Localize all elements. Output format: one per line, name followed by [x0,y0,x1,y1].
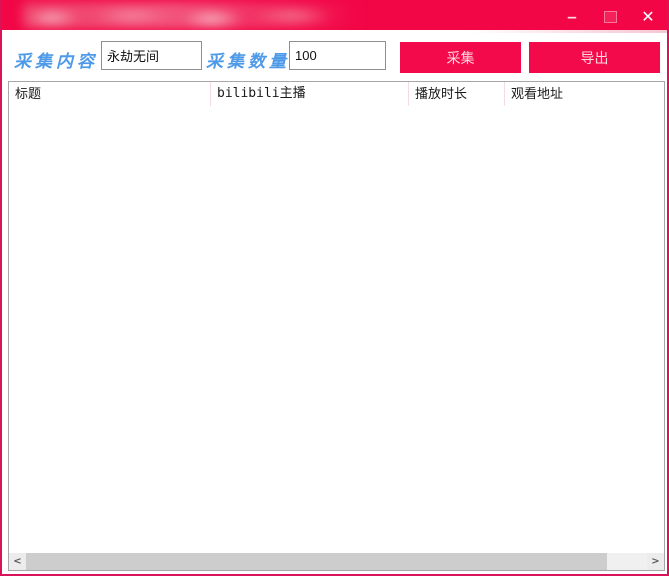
minimize-icon: – [567,6,577,26]
column-header-url[interactable]: 观看地址 [505,82,664,106]
table-body-empty [9,106,664,553]
collect-count-label: 采集数量 [206,52,290,71]
app-window: – ✕ 采集内容 采集数量 采集 导出 标题 bilibili主播 播放时长 观… [0,0,669,576]
minimize-button[interactable]: – [553,0,591,33]
scroll-right-button[interactable]: > [647,553,664,570]
collect-count-input[interactable] [289,41,386,70]
close-button[interactable]: ✕ [629,0,667,33]
close-icon: ✕ [641,8,655,26]
collect-button[interactable]: 采集 [400,42,521,73]
column-header-duration[interactable]: 播放时长 [409,82,505,106]
table-header-row: 标题 bilibili主播 播放时长 观看地址 [9,82,664,107]
horizontal-scrollbar[interactable]: < > [9,553,664,570]
result-list: 标题 bilibili主播 播放时长 观看地址 < > [8,81,665,571]
window-controls: – ✕ [553,0,667,33]
maximize-button[interactable] [591,0,629,33]
titlebar-bottom-fade [2,30,667,33]
collect-content-label: 采集内容 [14,52,98,71]
column-header-streamer[interactable]: bilibili主播 [211,82,409,106]
scrollbar-thumb[interactable] [26,553,607,570]
scrollbar-track[interactable] [607,553,647,570]
scroll-right-icon: > [651,556,660,567]
column-header-title[interactable]: 标题 [9,82,211,106]
maximize-icon [603,10,617,23]
scroll-left-button[interactable]: < [9,553,26,570]
export-button[interactable]: 导出 [529,42,660,73]
titlebar[interactable]: – ✕ [2,0,667,33]
blurred-app-title [22,2,357,29]
scroll-left-icon: < [13,556,22,567]
collect-content-input[interactable] [101,41,202,70]
